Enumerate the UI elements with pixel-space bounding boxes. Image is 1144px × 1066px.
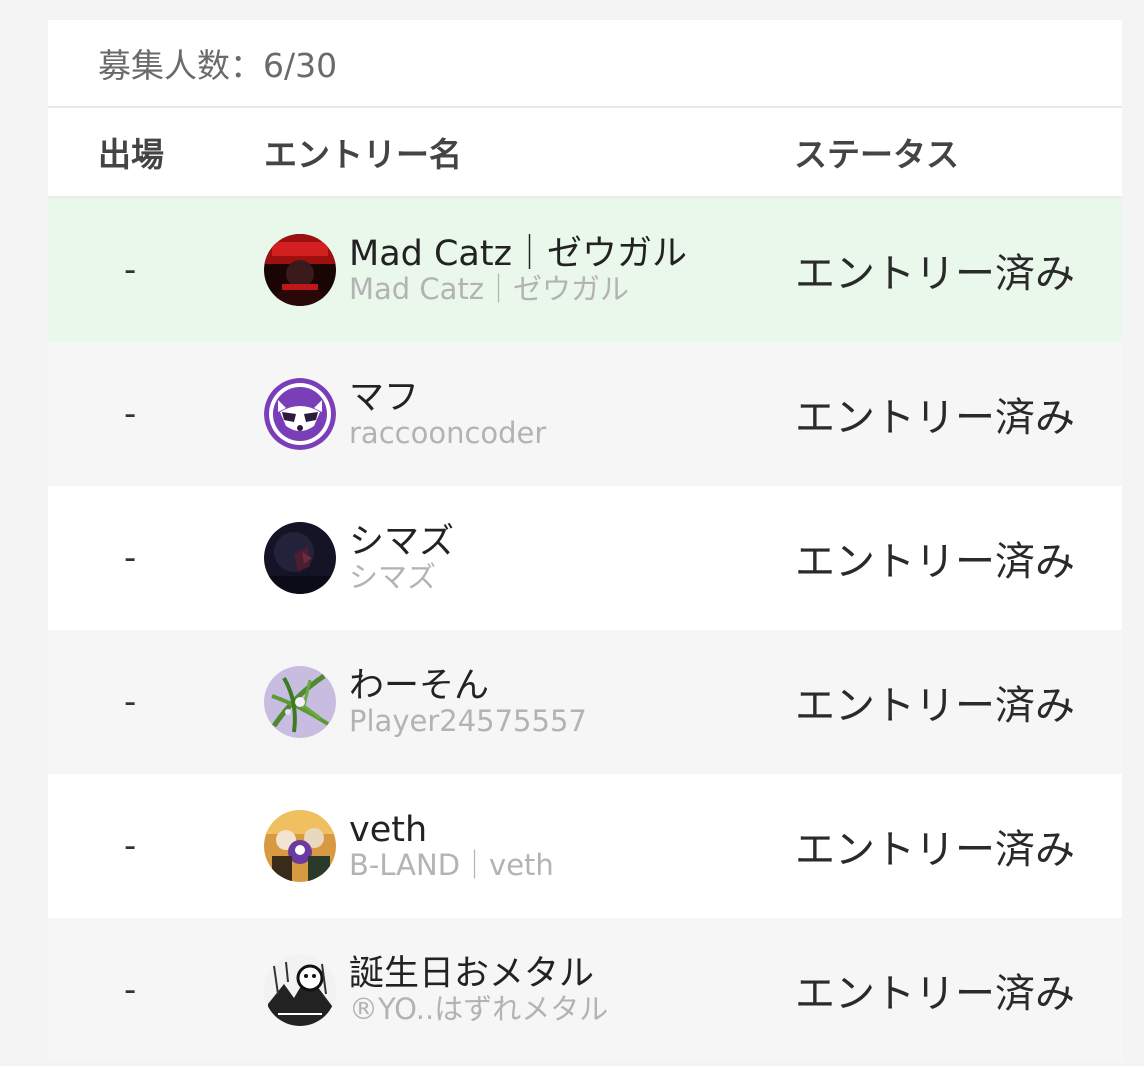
avatar[interactable] <box>264 954 336 1026</box>
appear-value: - <box>124 826 137 866</box>
entry-cell[interactable]: 誕生日おメタル ®YO..はずれメタル <box>264 954 608 1026</box>
entry-subname: Mad Catz｜ゼウガル <box>349 272 630 306</box>
avatar[interactable] <box>264 666 336 738</box>
status-value: エントリー済み <box>795 683 1075 729</box>
table-row[interactable]: - わーそん Player24575557 エントリー済み <box>48 630 1122 774</box>
entry-subname: B-LAND｜veth <box>349 848 554 882</box>
appear-value: - <box>124 538 137 578</box>
appear-value: - <box>124 970 137 1010</box>
entry-list-card: 募集人数：6/30 出場 エントリー名 ステータス - Mad Catz｜ゼウガ… <box>48 20 1122 1062</box>
appear-value: - <box>124 682 137 722</box>
table-row[interactable]: - 誕生日おメタル ®YO..はずれメタル エントリー済み <box>48 918 1122 1062</box>
entry-cell[interactable]: Mad Catz｜ゼウガル Mad Catz｜ゼウガル <box>264 234 687 306</box>
appear-value: - <box>124 394 137 434</box>
avatar[interactable] <box>264 522 336 594</box>
table-header: 出場 エントリー名 ステータス <box>48 108 1122 198</box>
header-entry-name: エントリー名 <box>264 135 462 174</box>
entry-name: マフ <box>349 378 420 418</box>
table-row[interactable]: - Mad Catz｜ゼウガル Mad Catz｜ゼウガル エントリー済み <box>48 198 1122 342</box>
table-row[interactable]: - マフ raccooncoder エントリー済み <box>48 342 1122 486</box>
table-row[interactable]: - veth B-LAND｜veth エントリー済み <box>48 774 1122 918</box>
status-value: エントリー済み <box>795 971 1075 1017</box>
status-value: エントリー済み <box>795 827 1075 873</box>
entry-cell[interactable]: シマズ シマズ <box>264 522 454 594</box>
table-row[interactable]: - シマズ シマズ エントリー済み <box>48 486 1122 630</box>
entry-cell[interactable]: veth B-LAND｜veth <box>264 810 554 882</box>
entry-name: シマズ <box>349 522 455 562</box>
entry-name: 誕生日おメタル <box>349 954 595 994</box>
avatar[interactable] <box>264 234 336 306</box>
entry-subname: Player24575557 <box>349 704 587 738</box>
appear-value: - <box>124 250 137 290</box>
entry-cell[interactable]: マフ raccooncoder <box>264 378 546 450</box>
entry-subname: raccooncoder <box>349 416 547 450</box>
avatar[interactable] <box>264 378 336 450</box>
avatar[interactable] <box>264 810 336 882</box>
status-value: エントリー済み <box>795 539 1075 585</box>
entry-subname: シマズ <box>349 560 437 594</box>
header-status: ステータス <box>794 135 959 174</box>
entry-name: Mad Catz｜ゼウガル <box>349 234 687 274</box>
entry-name: わーそん <box>349 666 490 706</box>
header-appear: 出場 <box>98 135 164 174</box>
entry-name: veth <box>349 810 428 850</box>
recruit-count: 募集人数：6/30 <box>48 20 1122 108</box>
entry-cell[interactable]: わーそん Player24575557 <box>264 666 587 738</box>
status-value: エントリー済み <box>795 395 1075 441</box>
entry-subname: ®YO..はずれメタル <box>349 992 609 1026</box>
status-value: エントリー済み <box>795 251 1075 297</box>
